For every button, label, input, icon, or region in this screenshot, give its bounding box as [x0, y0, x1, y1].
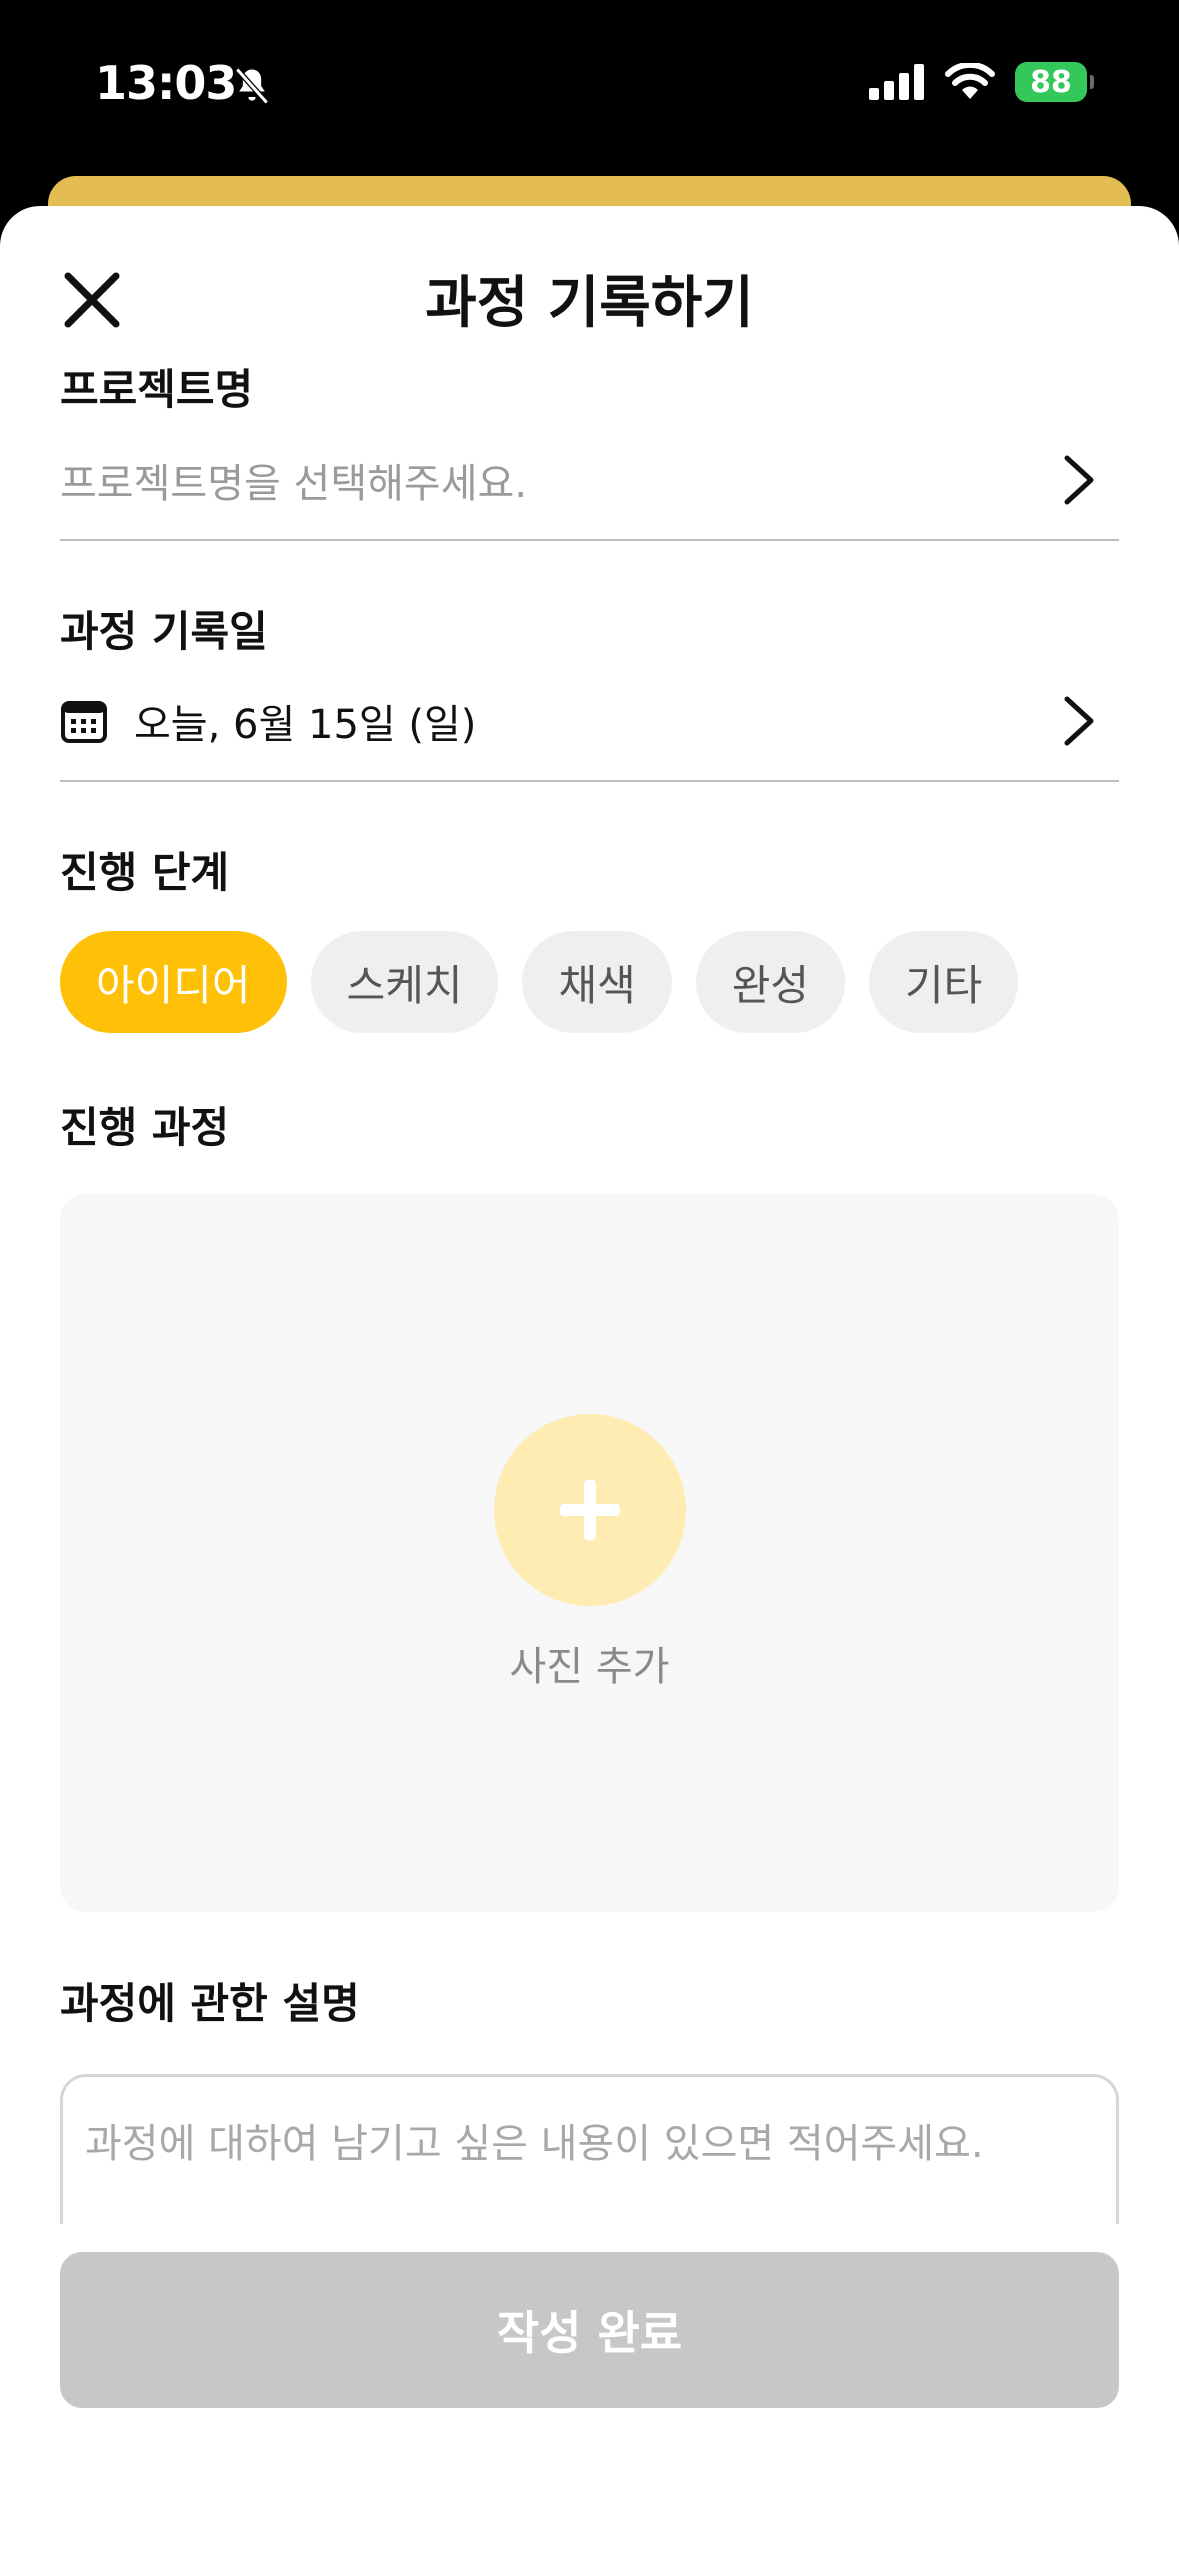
chevron-right-icon — [1064, 696, 1094, 746]
cellular-signal-icon — [869, 64, 924, 100]
chevron-right-icon — [1064, 455, 1094, 505]
record-process-sheet: 과정 기록하기 프로젝트명 프로젝트명을 선택해주세요. 과정 기록일 오늘, … — [0, 206, 1179, 2556]
description-placeholder: 과정에 대하여 남기고 싶은 내용이 있으면 적어주세요. — [85, 2121, 984, 2167]
stage-chip-other[interactable]: 기타 — [869, 931, 1019, 1033]
project-label: 프로젝트명 — [60, 365, 254, 414]
calendar-icon — [61, 701, 107, 743]
wifi-icon — [945, 63, 995, 99]
stage-chip-sketch[interactable]: 스케치 — [310, 931, 499, 1033]
stage-chip-idea[interactable]: 아이디어 — [60, 931, 287, 1033]
add-photo-label: 사진 추가 — [509, 1644, 670, 1690]
description-input[interactable]: 과정에 대하여 남기고 싶은 내용이 있으면 적어주세요. — [60, 2074, 1119, 2224]
progress-label: 진행 과정 — [60, 1103, 230, 1152]
battery-indicator: 88 — [1015, 62, 1094, 102]
status-time: 13:03 — [95, 56, 237, 110]
date-value: 오늘, 6월 15일 (일) — [134, 702, 477, 748]
status-bar: 13:03 88 — [0, 0, 1179, 175]
battery-level: 88 — [1030, 64, 1072, 100]
date-selector[interactable]: 오늘, 6월 15일 (일) — [60, 662, 1119, 782]
submit-button[interactable]: 작성 완료 — [60, 2252, 1119, 2408]
page-title: 과정 기록하기 — [425, 271, 754, 336]
stage-chip-complete[interactable]: 완성 — [695, 931, 846, 1033]
stage-label: 진행 단계 — [60, 848, 230, 897]
record-date-label: 과정 기록일 — [60, 607, 268, 656]
project-placeholder: 프로젝트명을 선택해주세요. — [60, 461, 528, 507]
stage-chip-group: 아이디어 스케치 채색 완성 기타 — [60, 931, 1019, 1033]
photo-upload-area[interactable]: 사진 추가 — [60, 1194, 1119, 1912]
status-indicators: 88 — [869, 62, 1094, 102]
stage-chip-coloring[interactable]: 채색 — [522, 931, 672, 1033]
bell-muted-icon — [235, 67, 269, 105]
project-selector[interactable]: 프로젝트명을 선택해주세요. — [60, 421, 1119, 541]
add-photo-button[interactable] — [494, 1414, 686, 1606]
description-label: 과정에 관한 설명 — [60, 1979, 360, 2028]
